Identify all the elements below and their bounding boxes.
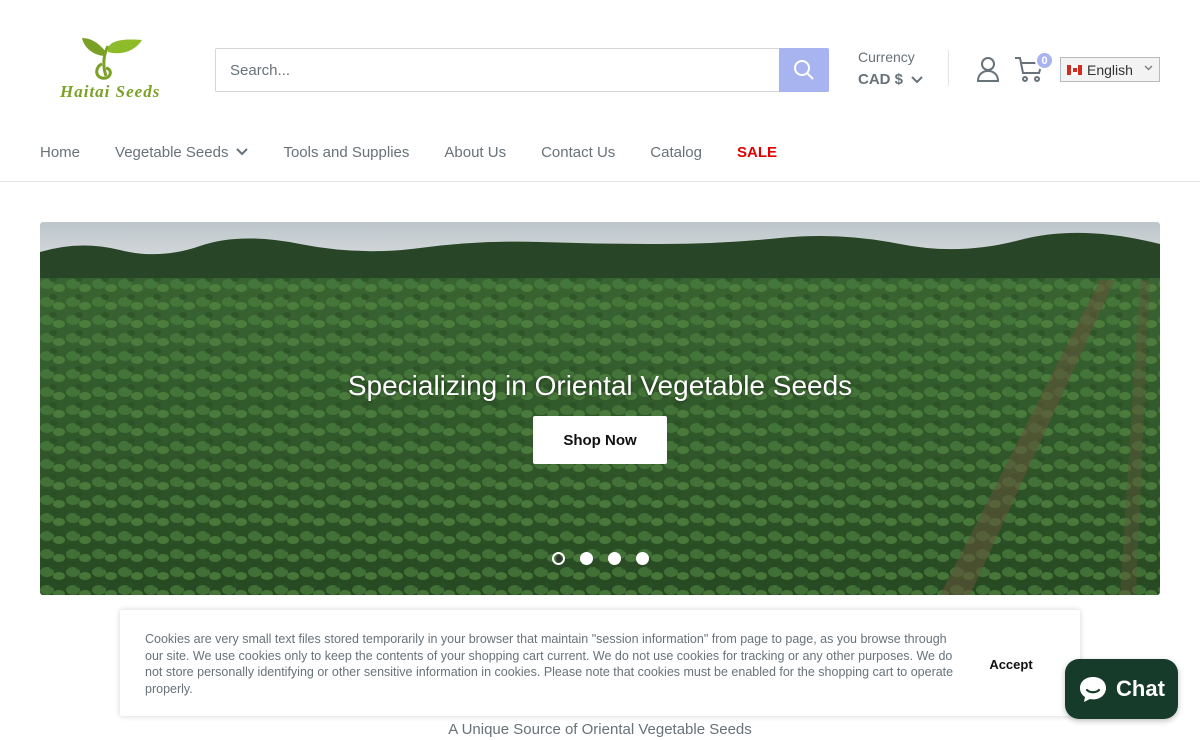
nav-item-contact-us[interactable]: Contact Us	[541, 144, 615, 161]
nav-label: Catalog	[650, 143, 702, 161]
shop-now-button[interactable]: Shop Now	[533, 416, 667, 464]
section-tagline: A Unique Source of Oriental Vegetable Se…	[448, 721, 752, 738]
search-icon	[794, 60, 814, 80]
chevron-down-icon	[236, 148, 249, 156]
chevron-down-icon	[1144, 65, 1153, 71]
search-button[interactable]	[779, 48, 829, 92]
slide-dot-4[interactable]	[636, 552, 649, 565]
slide-dot-1[interactable]	[552, 552, 565, 565]
hero-field-image	[40, 222, 1160, 595]
main-navigation: Home Vegetable Seeds Tools and Supplies …	[40, 140, 812, 164]
nav-label: Vegetable Seeds	[115, 143, 229, 161]
search-bar	[215, 48, 829, 92]
cookie-accept-button[interactable]: Accept	[978, 654, 1044, 674]
currency-value: CAD $	[858, 71, 904, 88]
nav-label: Contact Us	[541, 143, 616, 161]
language-selector[interactable]: English	[1060, 57, 1160, 82]
cookie-banner: Cookies are very small text files stored…	[120, 610, 1080, 716]
language-label: English	[1087, 61, 1133, 78]
nav-item-home[interactable]: Home	[40, 144, 80, 161]
chevron-down-icon	[911, 75, 923, 83]
slide-dot-2[interactable]	[580, 552, 593, 565]
currency-dropdown[interactable]: CAD $	[858, 71, 923, 88]
search-input[interactable]	[216, 49, 780, 91]
account-button[interactable]	[976, 56, 1000, 82]
chat-button[interactable]: Chat	[1065, 659, 1178, 719]
slide-dot-3[interactable]	[608, 552, 621, 565]
user-icon	[976, 57, 1000, 82]
nav-label: Home	[40, 143, 81, 161]
hero-title: Specializing in Oriental Vegetable Seeds	[347, 370, 853, 401]
currency-selector[interactable]: Currency CAD $	[858, 49, 923, 88]
nav-item-sale[interactable]: SALE	[737, 144, 777, 161]
brand-name: Haitai Seeds	[60, 82, 161, 101]
slideshow-dots	[552, 552, 649, 565]
nav-label: Tools and Supplies	[283, 143, 410, 161]
canada-flag-icon	[1067, 64, 1082, 75]
nav-item-vegetable-seeds[interactable]: Vegetable Seeds	[115, 143, 249, 161]
cart-count-badge: 0	[1035, 51, 1054, 70]
nav-label: SALE	[736, 143, 777, 161]
chat-label: Chat	[1116, 676, 1165, 701]
cookie-message: Cookies are very small text files stored…	[145, 632, 954, 696]
nav-item-catalog[interactable]: Catalog	[650, 144, 702, 161]
nav-label: About Us	[444, 143, 507, 161]
chat-bubble-icon	[1080, 677, 1107, 702]
currency-label: Currency	[858, 49, 915, 65]
hero-slideshow: Specializing in Oriental Vegetable Seeds…	[40, 222, 1160, 595]
nav-item-about-us[interactable]: About Us	[444, 144, 506, 161]
header-divider	[948, 50, 949, 86]
site-header: Haitai Seeds Currency CAD $	[0, 0, 1200, 182]
nav-item-tools-and-supplies[interactable]: Tools and Supplies	[283, 144, 409, 161]
